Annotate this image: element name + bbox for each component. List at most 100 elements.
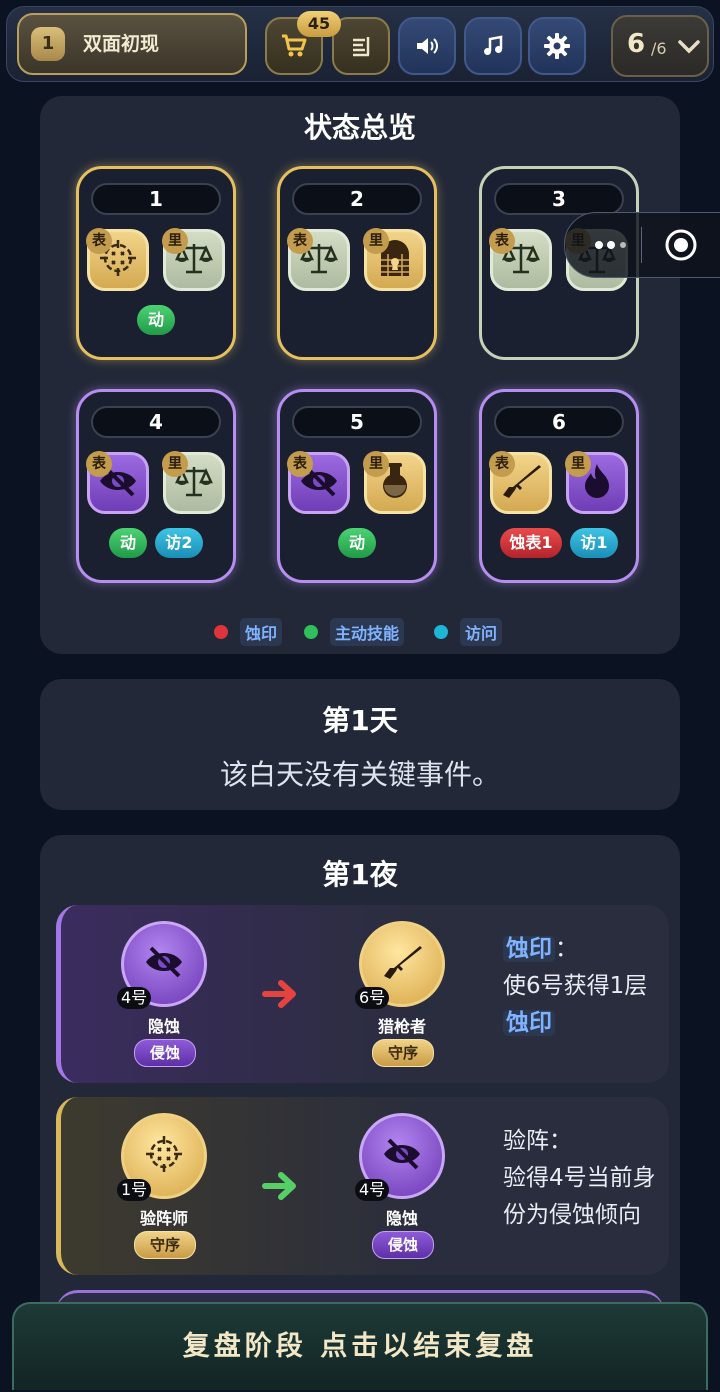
back-side-tag: 里: [363, 451, 389, 477]
target-camp-badge: 守序: [372, 1039, 434, 1067]
legend-item: 访问: [434, 618, 503, 646]
crosshair-icon: [144, 1134, 184, 1178]
status-tag: 动: [137, 305, 175, 335]
target-role-name: 猎枪者: [377, 1017, 426, 1036]
face-side-tag: 表: [287, 451, 313, 477]
skill-keyword: 蚀印: [503, 936, 555, 962]
capsule-divider: [641, 227, 642, 263]
seat-card-2[interactable]: 2 表 里: [277, 166, 437, 360]
seat-number: 1: [91, 183, 221, 215]
face-role-icon-tile[interactable]: 表: [86, 451, 149, 514]
status-tag: 访1: [570, 528, 618, 558]
sound-button[interactable]: [398, 17, 456, 75]
event-description: 验阵： 验得4号当前身份为侵蚀倾向: [503, 1123, 663, 1234]
close-target-icon[interactable]: [663, 227, 699, 263]
more-options-icon[interactable]: [595, 239, 627, 251]
floating-capsule-control: [564, 212, 720, 278]
cart-count-badge: 45: [297, 11, 341, 37]
event-card[interactable]: 1号 验阵师 守序 4号 隐蚀 侵蚀 验阵： 验得4号当前身份为侵蚀倾向: [56, 1097, 669, 1275]
legend-label: 蚀印: [240, 618, 283, 646]
back-side-tag: 里: [162, 451, 188, 477]
event-description: 蚀印：使6号获得1层蚀印: [503, 931, 663, 1042]
back-side-tag: 里: [363, 228, 389, 254]
seat-card-5[interactable]: 5 表 里动: [277, 389, 437, 583]
level-number: 1: [31, 27, 65, 61]
seat-card-4[interactable]: 4 表 里动访2: [76, 389, 236, 583]
legend-item: 主动技能: [304, 618, 405, 646]
event-target: 6号 猎枪者 守序: [337, 907, 467, 1067]
actor-camp-badge: 守序: [134, 1231, 196, 1259]
actor-seat-number: 4号: [117, 987, 152, 1009]
night-1-panel: 第1夜 4号 隐蚀 侵蚀 6号 猎枪者 守序 蚀印：使6号获得1层蚀印 1号 验…: [40, 835, 680, 1335]
face-side-tag: 表: [489, 451, 515, 477]
face-side-tag: 表: [489, 228, 515, 254]
level-name: 双面初现: [83, 33, 160, 55]
arrow-right-icon: [262, 980, 296, 1008]
face-side-tag: 表: [86, 228, 112, 254]
arrow-right-icon: [262, 1172, 296, 1200]
target-seat-number: 4号: [355, 1179, 390, 1201]
page-selector[interactable]: 6 /6: [611, 15, 709, 77]
actor-role-name: 验阵师: [139, 1209, 188, 1228]
back-role-icon-tile[interactable]: 里: [363, 451, 426, 514]
back-role-icon-tile[interactable]: 里: [565, 451, 628, 514]
face-role-icon-tile[interactable]: 表: [287, 451, 350, 514]
top-bar: 1 双面初现 45 6 /6: [6, 6, 714, 82]
day-title: 第1天: [322, 704, 398, 737]
event-actor: 1号 验阵师 守序: [99, 1099, 229, 1259]
skill-name: 验阵：: [503, 1128, 572, 1154]
face-side-tag: 表: [86, 451, 112, 477]
sound-icon: [417, 38, 438, 54]
back-role-icon-tile[interactable]: 里: [363, 228, 426, 291]
legend-item: 蚀印: [214, 618, 283, 646]
face-role-icon-tile[interactable]: 表: [489, 451, 552, 514]
seat-number: 3: [494, 183, 624, 215]
target-seat-number: 6号: [355, 987, 390, 1009]
legend-dot: [434, 625, 448, 639]
status-keyword: 蚀印: [503, 1010, 555, 1036]
rifle-icon: [380, 942, 424, 986]
legend: 蚀印 主动技能 访问: [40, 618, 680, 648]
target-role-name: 隐蚀: [385, 1209, 418, 1228]
end-review-label: 复盘阶段 点击以结束复盘: [182, 1331, 538, 1362]
back-role-icon-tile[interactable]: 里: [162, 451, 225, 514]
page-current: 6: [627, 29, 646, 59]
page-total: /6: [651, 39, 667, 58]
legend-dot: [214, 625, 228, 639]
event-card[interactable]: 4号 隐蚀 侵蚀 6号 猎枪者 守序 蚀印：使6号获得1层蚀印: [56, 905, 669, 1083]
night-title: 第1夜: [322, 858, 398, 891]
seat-card-1[interactable]: 1 表 里动: [76, 166, 236, 360]
seat-number: 6: [494, 406, 624, 438]
target-camp-badge: 侵蚀: [372, 1231, 434, 1259]
seat-number: 5: [292, 406, 422, 438]
event-text: 验得4号当前身份为侵蚀倾向: [503, 1165, 656, 1228]
shopping-cart-icon: [282, 34, 307, 57]
status-tag: 访2: [155, 528, 203, 558]
notes-icon: [353, 37, 370, 57]
music-button[interactable]: [464, 17, 522, 75]
status-tag: 蚀表1: [500, 528, 562, 558]
seat-card-6[interactable]: 6 表 里蚀表1 访1: [479, 389, 639, 583]
actor-seat-number: 1号: [117, 1179, 152, 1201]
legend-dot: [304, 625, 318, 639]
settings-button[interactable]: [528, 17, 586, 75]
actor-camp-badge: 侵蚀: [134, 1039, 196, 1067]
event-actor: 4号 隐蚀 侵蚀: [99, 907, 229, 1067]
day-1-panel: 第1天 该白天没有关键事件。: [40, 679, 680, 810]
event-target: 4号 隐蚀 侵蚀: [337, 1099, 467, 1259]
level-button[interactable]: 1 双面初现: [17, 13, 247, 75]
end-review-button[interactable]: 复盘阶段 点击以结束复盘: [12, 1302, 708, 1390]
face-role-icon-tile[interactable]: 表: [287, 228, 350, 291]
legend-label: 访问: [460, 618, 503, 646]
face-role-icon-tile[interactable]: 表: [86, 228, 149, 291]
chevron-down-icon: [678, 40, 700, 54]
music-icon: [484, 35, 503, 55]
status-tag: 动: [338, 528, 376, 558]
back-side-tag: 里: [162, 228, 188, 254]
back-role-icon-tile[interactable]: 里: [162, 228, 225, 291]
legend-label: 主动技能: [330, 618, 405, 646]
day-description: 该白天没有关键事件。: [219, 758, 500, 791]
status-tag: 动: [109, 528, 147, 558]
gear-icon: [544, 33, 570, 59]
face-role-icon-tile[interactable]: 表: [489, 228, 552, 291]
